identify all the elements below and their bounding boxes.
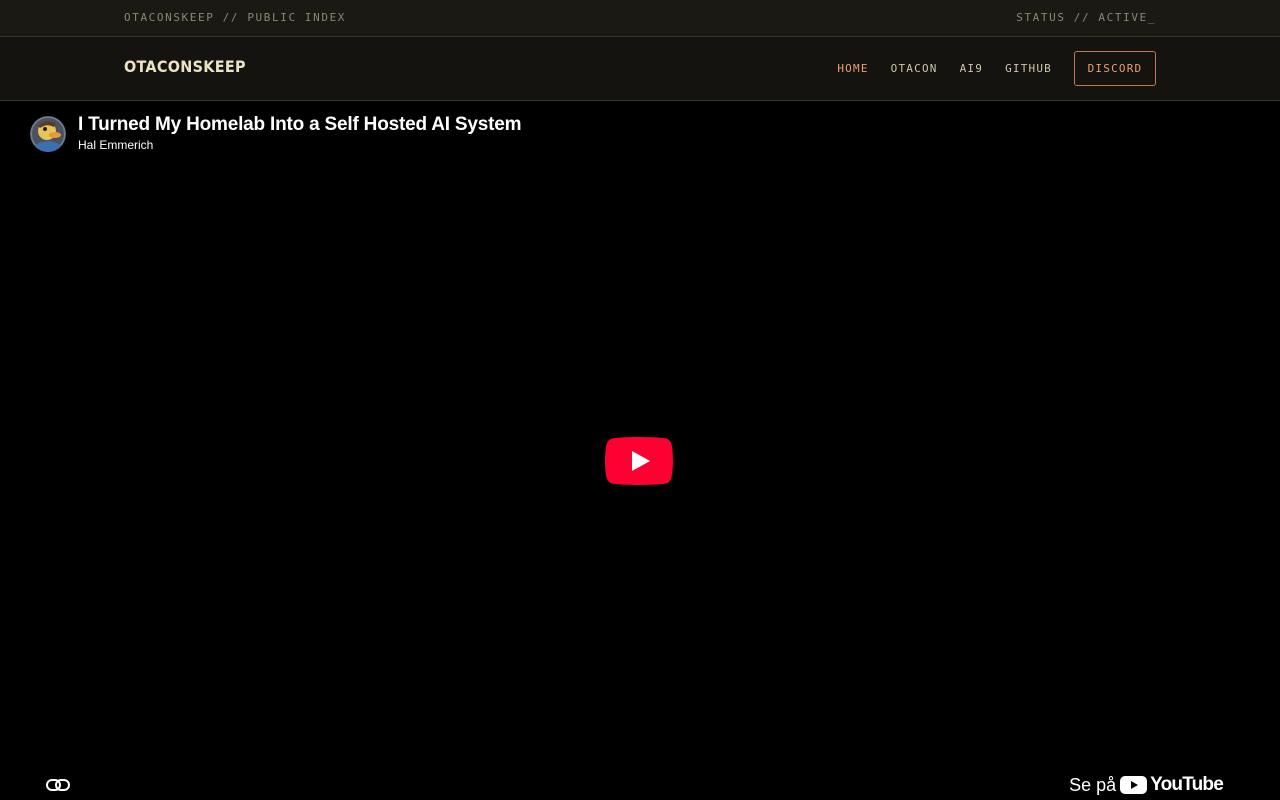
discord-button[interactable]: DISCORD	[1074, 51, 1156, 86]
top-status-bar: OTACONSKEEP // PUBLIC INDEX STATUS // AC…	[0, 0, 1280, 37]
play-button[interactable]	[605, 437, 673, 485]
youtube-embed-player[interactable]: I Turned My Homelab Into a Self Hosted A…	[0, 101, 1280, 800]
avatar-image	[30, 116, 66, 152]
main-navbar: OTACONSKEEP HOME OTACON AI9 GITHUB DISCO…	[0, 37, 1280, 101]
nav-item-ai9[interactable]: AI9	[960, 62, 983, 75]
video-title[interactable]: I Turned My Homelab Into a Self Hosted A…	[78, 114, 522, 136]
youtube-wordmark: YouTube	[1150, 774, 1224, 795]
play-icon	[605, 437, 673, 485]
site-index-label: OTACONSKEEP // PUBLIC INDEX	[124, 11, 347, 24]
nav-item-otacon[interactable]: OTACON	[891, 62, 938, 75]
channel-name[interactable]: Hal Emmerich	[78, 138, 153, 152]
channel-avatar[interactable]	[30, 116, 66, 152]
youtube-logo-icon	[1120, 776, 1148, 794]
status-label: STATUS // ACTIVE_	[1016, 11, 1156, 24]
site-logo[interactable]: OTACONSKEEP	[124, 57, 246, 76]
nav-item-home[interactable]: HOME	[837, 62, 868, 75]
watch-on-youtube-link[interactable]: Se på YouTube	[1069, 774, 1224, 796]
watch-on-label: Se på	[1069, 774, 1117, 795]
nav-menu: HOME OTACON AI9 GITHUB DISCORD	[837, 51, 1156, 86]
copy-link-icon[interactable]	[45, 775, 71, 795]
nav-item-github[interactable]: GITHUB	[1005, 62, 1052, 75]
